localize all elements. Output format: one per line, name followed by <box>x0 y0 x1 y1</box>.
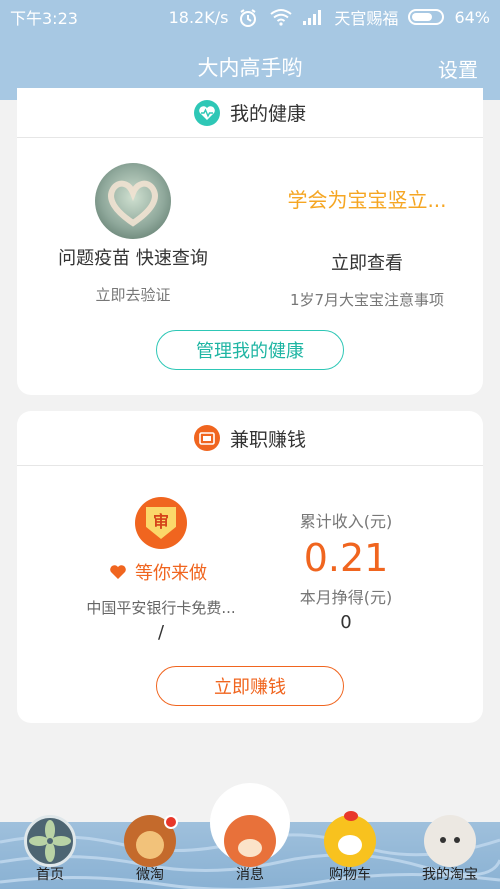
job-card: 兼职赚钱 审 等你来做 中国平安银行卡免费... / 累计收入(元) 0.21 … <box>17 411 483 723</box>
waiting-label-text: 等你来做 <box>135 563 207 584</box>
vaccine-query-title: 问题疫苗 快速查询 <box>58 248 208 269</box>
baby-tips-highlight: 学会为宝宝竖立... <box>287 188 447 212</box>
tab-cart-label: 购物车 <box>329 867 371 883</box>
seal-icon <box>424 815 476 867</box>
month-income-value: 0 <box>340 612 352 633</box>
task-name: 中国平安银行卡免费... <box>86 599 236 617</box>
tab-my-taobao-label: 我的淘宝 <box>422 867 478 883</box>
fox-icon <box>224 815 276 867</box>
wallet-icon <box>193 425 220 451</box>
health-card-header: 我的健康 <box>17 88 483 138</box>
battery-percent: 64% <box>454 7 490 27</box>
tab-cart[interactable]: 购物车 <box>305 811 395 883</box>
month-income-label: 本月挣得(元) <box>299 588 393 607</box>
job-card-title: 兼职赚钱 <box>229 428 306 451</box>
tab-weitao[interactable]: 微淘 <box>105 815 195 883</box>
task-progress: / <box>157 622 165 643</box>
vaccine-thumbnail[interactable] <box>95 163 171 239</box>
status-bar: 下午3:23 18.2K/s 天官赐福 64% <box>0 0 500 34</box>
baby-tips-title: 立即查看 <box>331 253 403 274</box>
lion-icon <box>124 815 178 867</box>
vaccine-query-item[interactable]: 问题疫苗 快速查询 立即去验证 <box>33 244 233 305</box>
task-item[interactable]: 中国平安银行卡免费... / <box>61 597 261 643</box>
tab-messages-label: 消息 <box>236 867 264 883</box>
notification-dot <box>164 815 178 829</box>
settings-button[interactable]: 设置 <box>438 54 478 83</box>
tab-home-label: 首页 <box>36 867 64 883</box>
signal-icon <box>302 8 324 26</box>
health-card-title: 我的健康 <box>229 103 306 125</box>
heart-icon <box>110 565 126 579</box>
tab-messages[interactable]: 消息 <box>205 815 295 883</box>
manage-health-button[interactable]: 管理我的健康 <box>156 330 344 370</box>
income-summary: 累计收入(元) 0.21 本月挣得(元) 0 <box>271 508 421 633</box>
wifi-icon <box>270 8 293 26</box>
status-time: 下午3:23 <box>10 9 78 28</box>
review-badge-char: 审 <box>152 512 169 531</box>
earn-money-button[interactable]: 立即赚钱 <box>156 666 344 706</box>
carrier-name: 天官赐福 <box>334 9 399 28</box>
baby-tips-item[interactable]: 学会为宝宝竖立... 立即查看 1岁7月大宝宝注意事项 <box>267 184 467 310</box>
heart-pulse-icon <box>193 99 220 126</box>
tab-my-taobao[interactable]: 我的淘宝 <box>405 815 495 883</box>
chick-icon <box>324 811 376 867</box>
network-speed: 18.2K/s <box>168 7 229 27</box>
health-card: 我的健康 问题疫苗 快速查询 立即去验证 学会为宝宝竖立... 立即查看 1岁7… <box>17 88 483 395</box>
total-income-value: 0.21 <box>303 536 389 580</box>
vaccine-query-sub: 立即去验证 <box>95 286 171 304</box>
baby-tips-sub: 1岁7月大宝宝注意事项 <box>289 291 445 309</box>
fan-icon <box>24 815 76 867</box>
total-income-label: 累计收入(元) <box>299 512 393 531</box>
waiting-task-label: 等你来做 <box>109 559 207 585</box>
battery-icon <box>408 9 445 25</box>
tab-home[interactable]: 首页 <box>5 815 95 883</box>
review-badge-icon: 审 <box>135 497 187 549</box>
page-title: 大内高手哟 <box>197 56 303 80</box>
alarm-icon <box>238 8 260 27</box>
tab-weitao-label: 微淘 <box>136 867 164 883</box>
job-card-header: 兼职赚钱 <box>17 411 483 466</box>
